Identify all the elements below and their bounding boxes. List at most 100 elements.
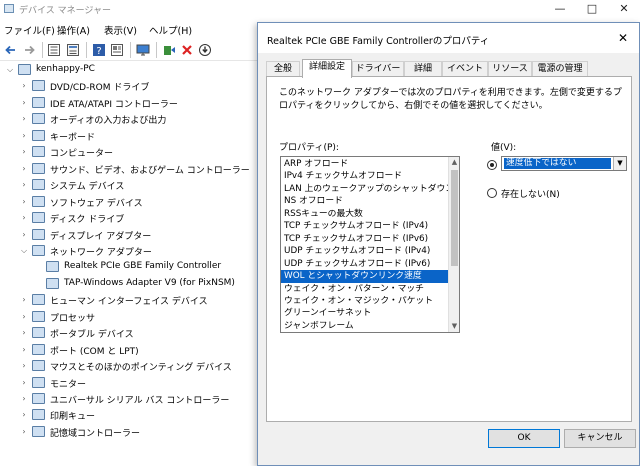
chevron-right-icon[interactable]: › [20,131,28,141]
chevron-right-icon[interactable]: › [20,345,28,355]
ok-button[interactable]: OK [488,429,560,448]
property-list-item[interactable]: ジャンボフレーム [281,320,449,332]
chevron-right-icon[interactable]: › [20,180,28,190]
device-category-icon [32,327,45,339]
chevron-right-icon[interactable]: › [20,98,28,108]
uninstall-icon[interactable] [180,43,194,57]
tree-item-label: DVD/CD-ROM ドライブ [50,83,150,94]
chevron-right-icon[interactable]: › [20,147,28,157]
show-hidden-icon[interactable] [110,43,124,57]
tab-power-management[interactable]: 電源の管理 [532,61,588,77]
property-list-item[interactable]: LAN 上のウェークアップのシャットダウン [281,183,449,196]
chevron-right-icon[interactable]: › [20,81,28,91]
chevron-right-icon[interactable]: › [20,361,28,371]
device-category-icon [32,360,45,372]
chevron-right-icon[interactable]: › [20,114,28,124]
toolbar-separator [42,42,43,58]
tree-item-label: ポート (COM と LPT) [50,346,139,357]
property-list-scrollbar[interactable]: ▲ ▼ [448,157,459,332]
chevron-right-icon[interactable]: › [20,410,28,420]
device-category-icon [32,179,45,191]
tree-item-label: オーディオの入力および出力 [50,116,167,127]
property-list-item[interactable]: TCP チェックサムオフロード (IPv4) [281,220,449,233]
property-list-item[interactable]: IPv4 チェックサムオフロード [281,170,449,183]
device-manager-titlebar[interactable]: デバイス マネージャー — □ ✕ [0,0,640,18]
help-icon[interactable]: ? [92,43,106,57]
scroll-thumb[interactable] [451,170,458,266]
property-list-item[interactable]: TCP チェックサムオフロード (IPv6) [281,233,449,246]
scan-hardware-icon[interactable] [198,43,212,57]
chevron-right-icon[interactable]: › [20,230,28,240]
value-dropdown[interactable]: 速度低下ではない ▼ [501,156,627,171]
tab-resources[interactable]: リソース [488,61,532,77]
device-category-icon [46,277,59,289]
monitor-icon[interactable] [136,43,150,57]
update-driver-icon[interactable] [162,43,176,57]
dialog-close-button[interactable]: ✕ [610,29,636,47]
advanced-tab-panel: このネットワーク アダプターでは次のプロパティを利用できます。左側で変更するプロ… [266,76,632,422]
back-arrow-icon[interactable] [4,43,18,57]
chevron-right-icon[interactable]: › [20,312,28,322]
property-list-item[interactable]: RSSキューの最大数 [281,208,449,221]
property-list-item[interactable]: グリーンイーサネット [281,307,449,320]
chevron-right-icon[interactable]: › [20,328,28,338]
maximize-button[interactable]: □ [577,1,607,17]
tab-advanced[interactable]: 詳細設定 [302,59,352,78]
device-category-icon [46,261,59,273]
menu-view[interactable]: 表示(V) [104,23,137,37]
property-list-item[interactable]: NS オフロード [281,195,449,208]
not-present-label[interactable]: 存在しない(N) [501,187,560,200]
property-list-item[interactable]: WOL とシャットダウンリンク速度 [281,270,449,283]
not-present-radio[interactable] [487,188,497,198]
tree-item-label: ネットワーク アダプター [50,247,152,258]
chevron-down-icon[interactable]: ⌵ [20,246,28,256]
property-list-item[interactable]: UDP チェックサムオフロード (IPv6) [281,258,449,271]
forward-arrow-icon[interactable] [22,43,36,57]
value-radio[interactable] [487,160,497,170]
device-category-icon [32,294,45,306]
tree-item-label: モニター [50,379,87,390]
chevron-right-icon[interactable]: › [20,295,28,305]
device-category-icon [32,409,45,421]
tab-general[interactable]: 全般 [266,61,300,77]
chevron-right-icon[interactable]: › [20,213,28,223]
properties-dialog: Realtek PCIe GBE Family Controllerのプロパティ… [257,22,640,466]
device-category-icon [32,195,45,207]
close-window-button[interactable]: ✕ [609,1,639,17]
menu-file[interactable]: ファイル(F) [4,23,55,37]
tree-view-icon[interactable] [47,43,61,57]
scroll-down-arrow-icon[interactable]: ▼ [449,321,459,332]
chevron-down-icon[interactable]: ⌵ [6,65,14,75]
chevron-right-icon[interactable]: › [20,427,28,437]
menu-help[interactable]: ヘルプ(H) [149,23,192,37]
tree-item-label: IDE ATA/ATAPI コントローラー [50,99,178,110]
tree-item-label: ディスク ドライブ [50,215,125,226]
chevron-right-icon[interactable]: › [20,164,28,174]
tree-item-label: ユニバーサル シリアル バス コントローラー [50,396,230,406]
tab-driver[interactable]: ドライバー [352,61,404,77]
cancel-button[interactable]: キャンセル [564,429,636,448]
property-list-item[interactable]: ウェイク・オン・パターン・マッチ [281,283,449,296]
tree-item-label: ソフトウェア デバイス [50,198,143,209]
tree-item-label: サウンド、ビデオ、およびゲーム コントローラー [50,165,250,176]
chevron-right-icon[interactable]: › [20,394,28,404]
property-list-item[interactable]: ARP オフロード [281,158,449,171]
property-list-item[interactable]: ウェイク・オン・マジック・パケット [281,295,449,308]
chevron-right-icon[interactable]: › [20,378,28,388]
chevron-down-icon[interactable]: ▼ [613,157,626,170]
tab-events[interactable]: イベント [442,61,488,77]
device-category-icon [18,64,31,75]
property-label: プロパティ(P): [279,143,339,153]
menu-action[interactable]: 操作(A) [57,23,90,37]
tree-item-label: 記憶域コントローラー [50,428,141,439]
property-list-item[interactable]: UDP チェックサムオフロード (IPv4) [281,245,449,258]
dialog-titlebar[interactable]: Realtek PCIe GBE Family Controllerのプロパティ… [258,23,639,53]
device-category-icon [32,376,45,388]
minimize-button[interactable]: — [545,1,575,17]
chevron-right-icon[interactable]: › [20,197,28,207]
property-list[interactable]: ARP オフロード IPv4 チェックサムオフロード LAN 上のウェークアップのシ… [280,156,460,333]
radio-selected-dot [490,163,494,167]
tab-details[interactable]: 詳細 [404,61,442,77]
properties-icon[interactable] [66,43,80,57]
scroll-up-arrow-icon[interactable]: ▲ [449,157,459,168]
